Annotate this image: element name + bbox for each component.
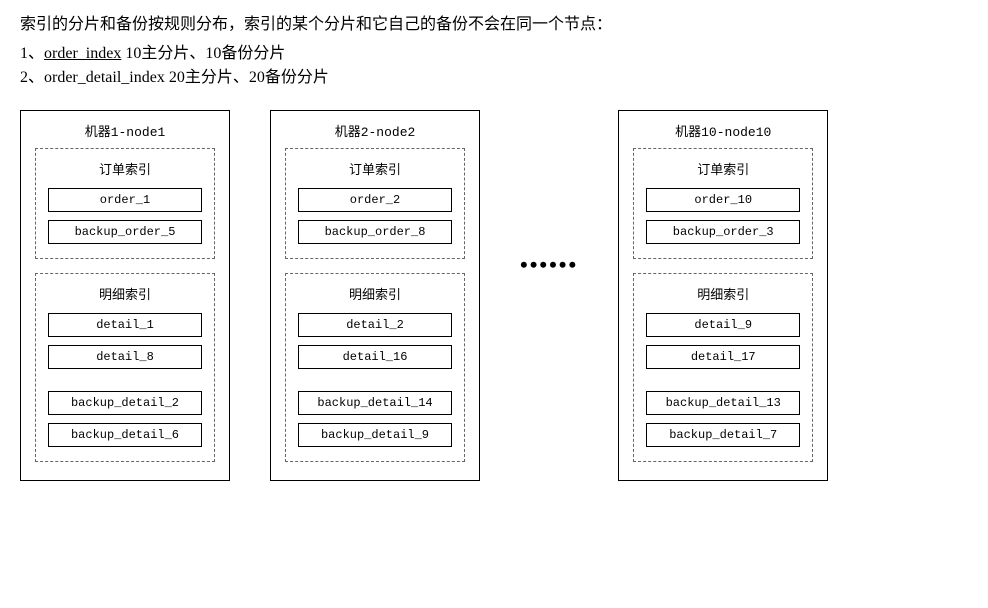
header-line-2: 2、order_detail_index 20主分片、20备份分片 (20, 66, 968, 90)
detail-index-group-2: 明细索引 detail_2 detail_16 backup_detail_14… (285, 273, 465, 462)
shard-box: backup_order_5 (48, 220, 202, 244)
detail-index-title-1: 明细索引 (48, 284, 202, 303)
order-index-underline: order_index (44, 45, 121, 62)
spacer (646, 377, 800, 391)
detail-index-title-2: 明细索引 (298, 284, 452, 303)
shard-box: backup_detail_9 (298, 423, 452, 447)
shard-box: detail_2 (298, 313, 452, 337)
node-box-2: 机器2-node2 订单索引 order_2 backup_order_8 明细… (270, 110, 480, 481)
spacer (298, 377, 452, 391)
shard-box: detail_16 (298, 345, 452, 369)
spacer (48, 377, 202, 391)
shard-box: order_1 (48, 188, 202, 212)
shard-box: backup_order_3 (646, 220, 800, 244)
order-index-title-2: 订单索引 (298, 159, 452, 178)
detail-index-group-10: 明细索引 detail_9 detail_17 backup_detail_13… (633, 273, 813, 462)
order-index-group-2: 订单索引 order_2 backup_order_8 (285, 148, 465, 259)
header-line-1: 1、order_index 10主分片、10备份分片 (20, 42, 968, 66)
shard-box: order_10 (646, 188, 800, 212)
shard-box: detail_17 (646, 345, 800, 369)
shard-box: backup_detail_6 (48, 423, 202, 447)
diagram-area: 机器1-node1 订单索引 order_1 backup_order_5 明细… (20, 110, 968, 481)
order-index-title-10: 订单索引 (646, 159, 800, 178)
node-title-1: 机器1-node1 (35, 121, 215, 140)
shard-box: backup_detail_2 (48, 391, 202, 415)
node-box-10: 机器10-node10 订单索引 order_10 backup_order_3… (618, 110, 828, 481)
node-title-10: 机器10-node10 (633, 121, 813, 140)
shard-box: backup_detail_14 (298, 391, 452, 415)
detail-index-title-10: 明细索引 (646, 284, 800, 303)
order-index-title-1: 订单索引 (48, 159, 202, 178)
node-title-2: 机器2-node2 (285, 121, 465, 140)
line1-suffix: 10主分片、10备份分片 (121, 45, 285, 62)
ellipsis-icon: •••••• (520, 252, 578, 278)
shard-box: order_2 (298, 188, 452, 212)
shard-box: detail_1 (48, 313, 202, 337)
shard-box: backup_order_8 (298, 220, 452, 244)
shard-box: detail_8 (48, 345, 202, 369)
order-index-group-1: 订单索引 order_1 backup_order_5 (35, 148, 215, 259)
detail-index-group-1: 明细索引 detail_1 detail_8 backup_detail_2 b… (35, 273, 215, 462)
node-box-1: 机器1-node1 订单索引 order_1 backup_order_5 明细… (20, 110, 230, 481)
header-main-text: 索引的分片和备份按规则分布，索引的某个分片和它自己的备份不会在同一个节点： (20, 12, 968, 38)
shard-box: backup_detail_13 (646, 391, 800, 415)
shard-box: detail_9 (646, 313, 800, 337)
order-index-group-10: 订单索引 order_10 backup_order_3 (633, 148, 813, 259)
line1-prefix: 1、 (20, 45, 44, 62)
shard-box: backup_detail_7 (646, 423, 800, 447)
